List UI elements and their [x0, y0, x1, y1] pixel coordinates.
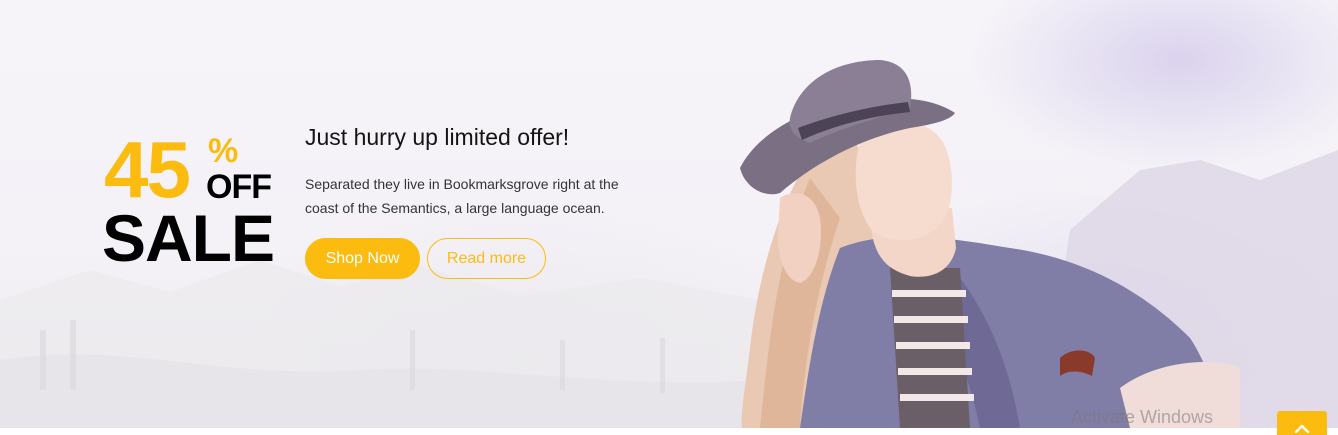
- discount-badge: 45 % OFF SALE: [102, 125, 284, 278]
- cta-buttons: Shop Now Read more: [305, 238, 546, 279]
- scroll-to-top-button[interactable]: [1277, 411, 1327, 435]
- offer-title: Just hurry up limited offer!: [305, 124, 570, 150]
- chevron-up-icon: [1294, 424, 1310, 433]
- activate-windows-watermark: Activate Windows: [1071, 407, 1214, 427]
- discount-percent-sign: %: [208, 132, 239, 170]
- discount-value: 45: [104, 125, 191, 214]
- offer-description: Separated they live in Bookmarksgrove ri…: [305, 176, 619, 216]
- shop-now-button[interactable]: Shop Now: [305, 238, 420, 279]
- offer-copy: Just hurry up limited offer! Separated t…: [305, 120, 645, 220]
- hero-banner: 45 % OFF SALE Just hurry up limited offe…: [0, 0, 1338, 428]
- section-bottom-edge: [0, 428, 1338, 435]
- sale-label: SALE: [102, 201, 275, 275]
- read-more-button[interactable]: Read more: [427, 238, 546, 279]
- model-photo: [740, 60, 1240, 428]
